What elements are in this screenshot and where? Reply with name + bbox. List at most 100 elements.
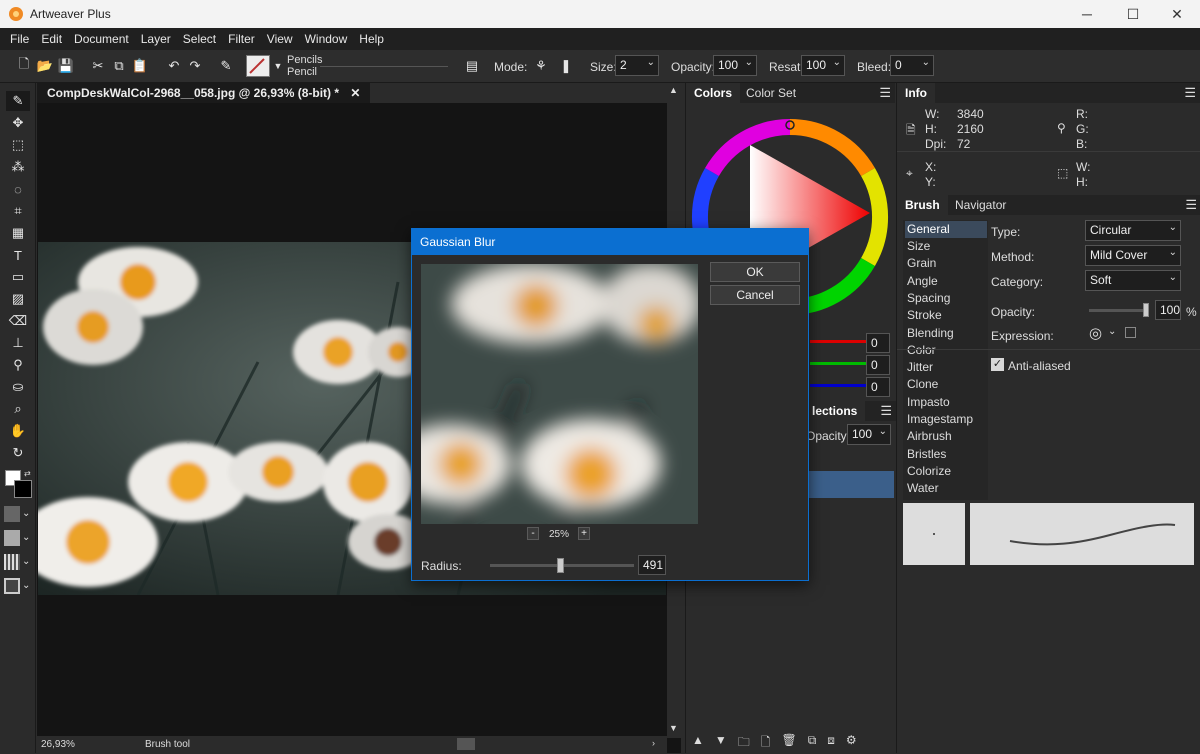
radius-value[interactable]: 491 [638,555,666,575]
brush-tool-icon[interactable]: ✎ [6,91,30,111]
panel-menu-icon[interactable]: ☰ [1185,197,1197,213]
menu-help[interactable]: Help [353,32,390,46]
panel-menu-icon[interactable]: ☰ [1184,85,1196,101]
crop-icon[interactable]: ⌗ [6,201,30,221]
mode-texture-icon[interactable]: ❚ [556,56,576,76]
brush-category-bristles[interactable]: Bristles [905,446,987,463]
document-tab[interactable]: CompDeskWalCol-2968__058.jpg @ 26,93% (8… [37,83,371,103]
menu-view[interactable]: View [261,32,299,46]
brush-category-imagestamp[interactable]: Imagestamp [905,411,987,428]
radius-slider-thumb[interactable] [557,558,564,573]
move-layer-down-icon[interactable]: ▼ [715,733,727,754]
minimize-button[interactable]: ─ [1064,0,1110,28]
brush-opacity-value[interactable]: 100 [1155,300,1181,320]
grain-swatch[interactable] [4,554,20,570]
pattern-swatch[interactable] [4,530,20,546]
tab-navigator[interactable]: Navigator [947,195,1014,215]
brush-opacity-slider[interactable] [1089,303,1149,317]
redo-icon[interactable]: ↷ [185,56,205,76]
new-group-icon[interactable]: 🗀 [738,733,750,754]
swap-colors-icon[interactable]: ⇄ [24,469,31,478]
background-color-swatch[interactable] [14,480,32,498]
rectangle-select-icon[interactable]: ⬚ [6,135,30,155]
menu-layer[interactable]: Layer [135,32,177,46]
paste-icon[interactable]: 📋 [130,56,150,76]
cut-icon[interactable]: ✂ [88,56,108,76]
scroll-right-icon[interactable]: › [652,738,655,748]
expression-target-icon[interactable]: ◎ [1089,324,1102,342]
menu-window[interactable]: Window [299,32,354,46]
brush-category-grain[interactable]: Grain [905,255,987,272]
tab-selections[interactable]: lections [804,401,866,421]
resat-select[interactable]: 100 ⌄ [801,55,845,76]
brush-category-clone[interactable]: Clone [905,376,987,393]
zoom-out-button[interactable]: - [527,527,539,540]
merge-layer-icon[interactable]: ⧈ [827,733,835,754]
blur-preview[interactable] [421,264,698,524]
brush-category-size[interactable]: Size [905,238,987,255]
zoom-icon[interactable]: ⌕ [6,399,30,419]
selected-layer-row[interactable] [806,471,894,498]
radius-slider[interactable] [490,558,634,573]
scroll-down-icon[interactable]: ▼ [669,723,678,733]
new-file-icon[interactable]: 🗋 [14,56,34,76]
mode-grain-icon[interactable]: ⚘ [531,56,551,76]
brush-preview-thumbnail[interactable] [246,55,270,77]
tab-brush[interactable]: Brush [897,195,948,215]
undo-icon[interactable]: ↶ [164,56,184,76]
opacity-select[interactable]: 100 ⌄ [713,55,757,76]
close-button[interactable]: ✕ [1154,0,1200,28]
size-select[interactable]: 2 ⌄ [615,55,659,76]
move-layer-up-icon[interactable]: ▲ [692,733,704,754]
clone-stamp-icon[interactable]: ⊥ [6,333,30,353]
move-tool-icon[interactable]: ✥ [6,113,30,133]
chevron-down-icon[interactable]: ⌄ [22,508,30,519]
layer-opacity-select[interactable]: 100 ⌄ [847,424,891,445]
tab-colors[interactable]: Colors [686,83,741,103]
eraser-icon[interactable]: ⌫ [6,311,30,331]
panel-menu-icon[interactable]: ☰ [879,85,891,101]
chevron-down-icon[interactable]: ⌄ [1108,326,1116,337]
tab-color-set[interactable]: Color Set [738,83,804,103]
brush-category-jitter[interactable]: Jitter [905,359,987,376]
red-slider[interactable] [810,340,866,343]
duplicate-layer-icon[interactable]: ⧉ [808,733,817,754]
brush-category-water[interactable]: Water [905,480,987,497]
tab-info[interactable]: Info [897,83,935,103]
method-select[interactable]: Mild Cover ⌄ [1085,245,1181,266]
eyedropper-icon[interactable]: ⚲ [6,355,30,375]
bleed-select[interactable]: 0 ⌄ [890,55,934,76]
magic-wand-icon[interactable]: ⁂ [6,157,30,177]
gradient-icon[interactable]: ▨ [6,289,30,309]
brush-category-general[interactable]: General [905,221,987,238]
brush-category-stroke[interactable]: Stroke [905,307,987,324]
scroll-up-icon[interactable]: ▲ [669,85,678,95]
category-select[interactable]: Soft ⌄ [1085,270,1181,291]
brush-dropdown-icon[interactable]: ▼ [268,56,288,76]
chevron-down-icon[interactable]: ⌄ [22,580,30,591]
menu-file[interactable]: File [4,32,35,46]
horizontal-scroll-thumb[interactable] [457,738,475,750]
type-select[interactable]: Circular ⌄ [1085,220,1181,241]
brush-category-angle[interactable]: Angle [905,273,987,290]
chevron-down-icon[interactable]: ⌄ [22,556,30,567]
perspective-grid-icon[interactable]: ▦ [6,223,30,243]
brush-category-airbrush[interactable]: Airbrush [905,428,987,445]
delete-layer-icon[interactable]: 🗑 [781,733,796,754]
green-value[interactable]: 0 [866,355,890,375]
maximize-button[interactable]: ☐ [1110,0,1156,28]
lasso-icon[interactable]: ◌ [6,179,30,199]
cancel-button[interactable]: Cancel [710,285,800,305]
menu-edit[interactable]: Edit [35,32,68,46]
paint-bucket-icon[interactable]: ⛀ [6,377,30,397]
expression-settings-icon[interactable] [1125,327,1136,338]
rotate-icon[interactable]: ↻ [6,443,30,463]
gear-icon[interactable]: ⚙ [846,733,857,754]
red-value[interactable]: 0 [866,333,890,353]
brush-category-blending[interactable]: Blending [905,325,987,342]
zoom-in-button[interactable]: + [578,527,590,540]
panel-menu-icon[interactable]: ☰ [880,403,892,419]
menu-select[interactable]: Select [177,32,222,46]
copy-icon[interactable]: ⧉ [109,56,129,76]
brush-panel-icon[interactable]: ▤ [462,56,482,76]
